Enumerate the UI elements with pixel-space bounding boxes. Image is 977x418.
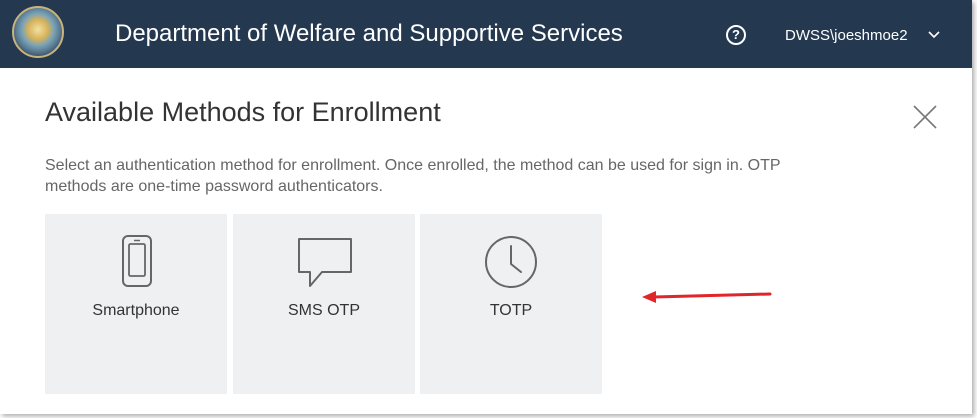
user-menu-label[interactable]: DWSS\joeshmoe2: [785, 27, 908, 44]
chevron-down-icon[interactable]: [927, 27, 941, 41]
panel-description: Select an authentication method for enro…: [45, 157, 781, 195]
method-tile-totp[interactable]: TOTP: [420, 214, 602, 394]
close-icon[interactable]: [912, 104, 938, 130]
method-label-sms-otp: SMS OTP: [287, 302, 360, 319]
smartphone-icon: [122, 235, 152, 287]
method-tile-smartphone[interactable]: Smartphone: [45, 214, 227, 394]
top-bar: Department of Welfare and Supportive Ser…: [0, 0, 972, 68]
help-icon[interactable]: ?: [726, 25, 746, 45]
state-seal-logo: [12, 6, 64, 58]
panel-title: Available Methods for Enrollment: [45, 97, 441, 127]
app-title: Department of Welfare and Supportive Ser…: [115, 20, 623, 47]
method-label-smartphone: Smartphone: [92, 302, 180, 319]
app-window: Department of Welfare and Supportive Ser…: [0, 0, 972, 414]
method-tile-sms-otp[interactable]: SMS OTP: [233, 214, 415, 394]
method-label-totp: TOTP: [489, 302, 533, 319]
annotation-arrow: [642, 291, 772, 303]
clock-icon: [485, 236, 537, 288]
chat-bubble-icon: [298, 238, 352, 287]
